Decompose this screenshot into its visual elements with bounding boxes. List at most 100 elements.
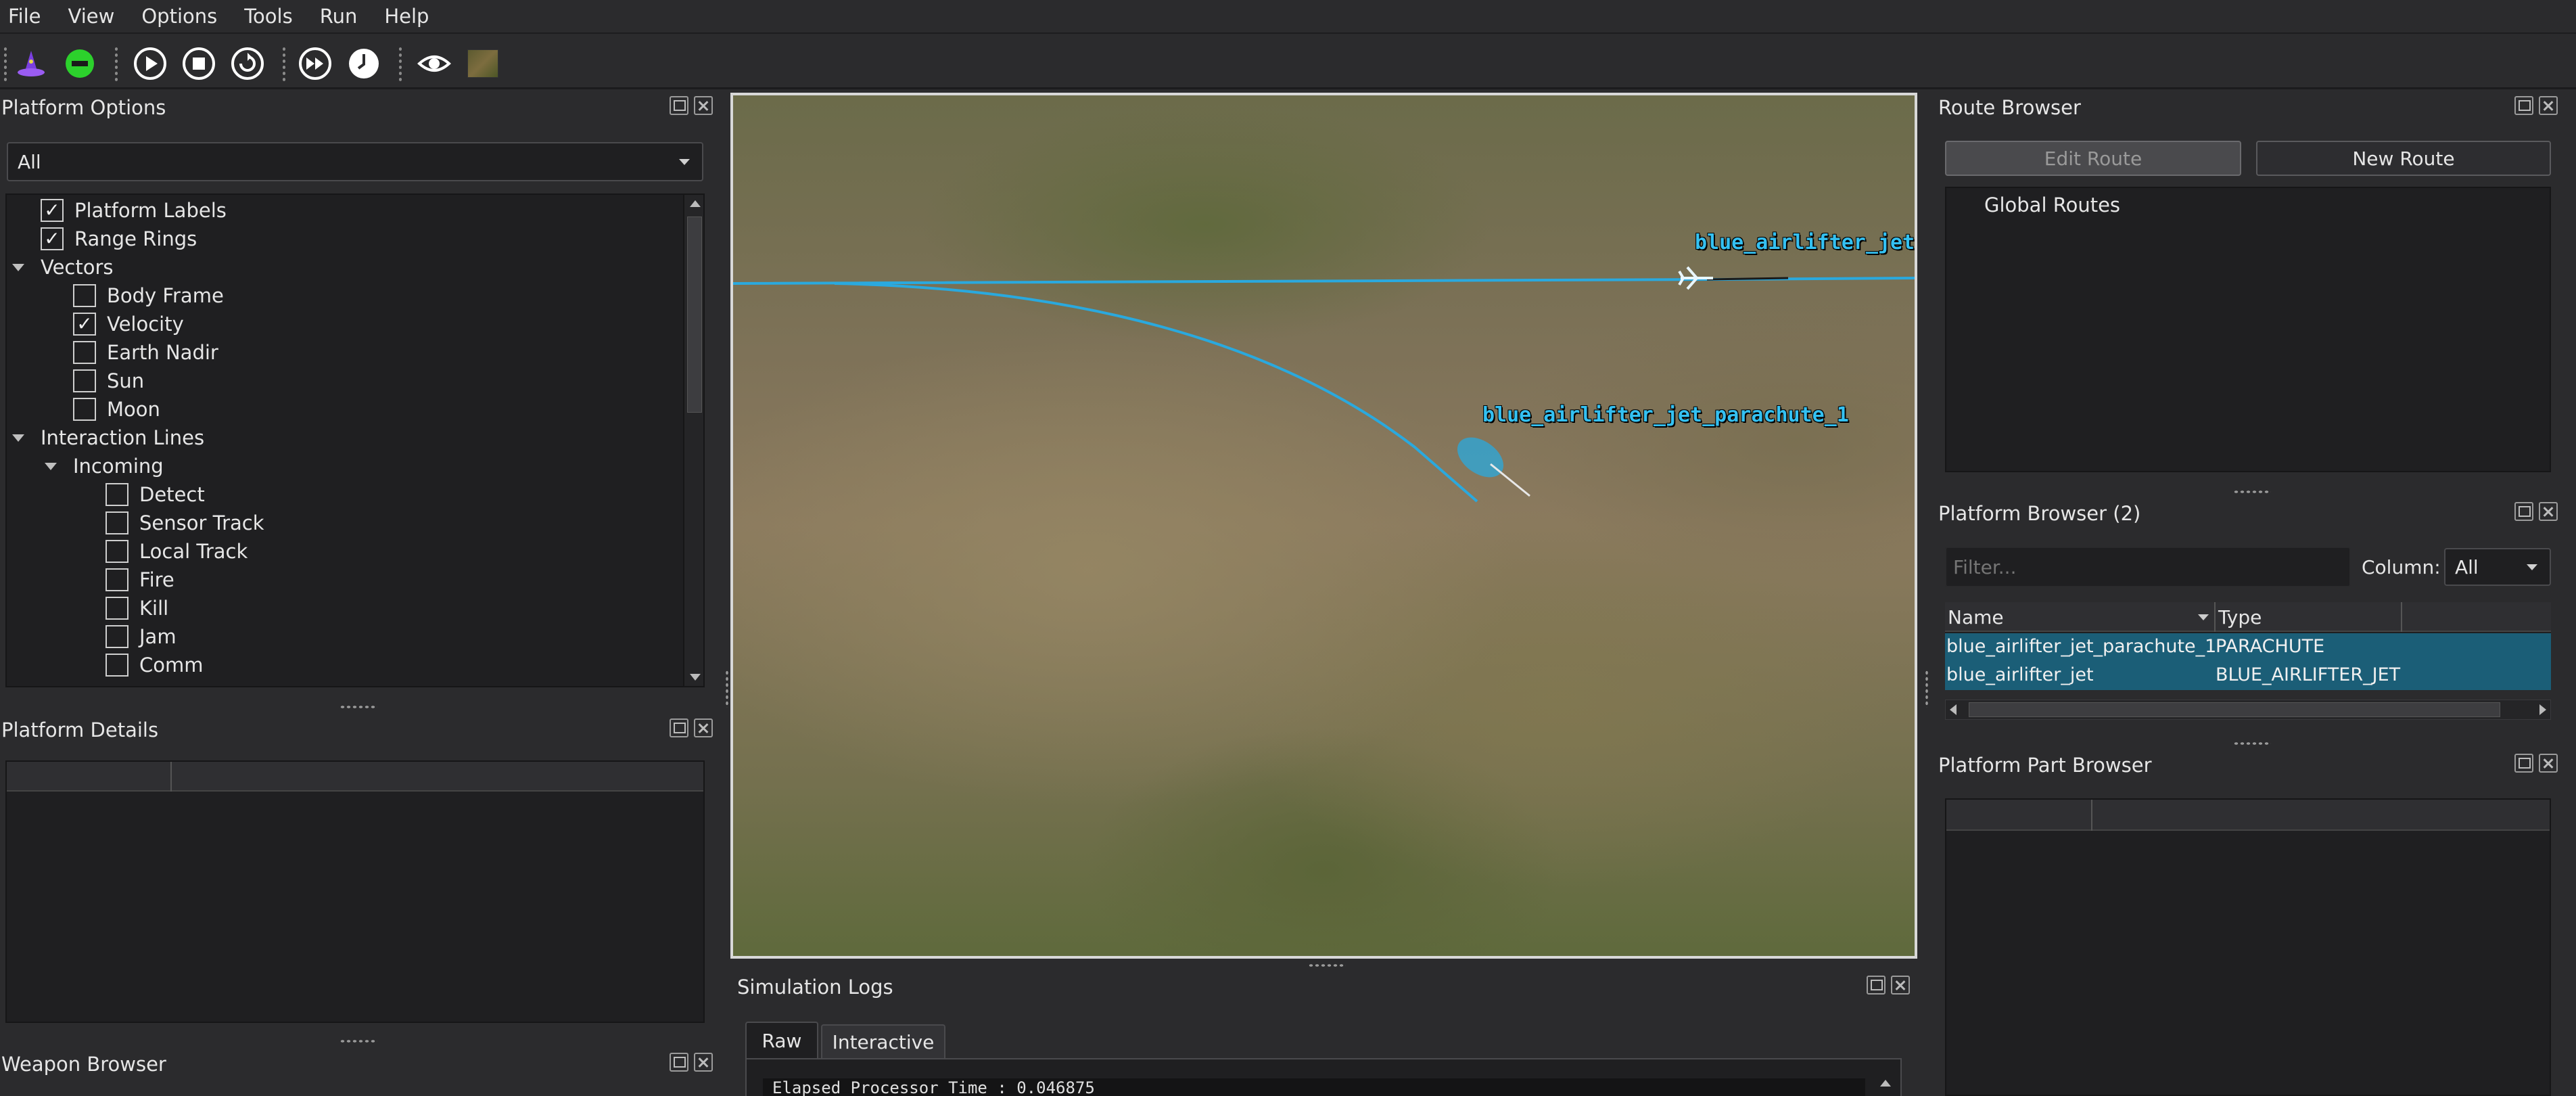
splitter-handle[interactable] [339, 705, 377, 709]
scroll-right-icon[interactable] [2539, 704, 2546, 715]
table-row[interactable]: blue_airlifter_jet_parachute_1 PARACHUTE [1945, 633, 2551, 662]
column-select[interactable]: All [2444, 548, 2551, 586]
column-divider[interactable] [2091, 800, 2092, 831]
tree-item[interactable]: Comm [106, 651, 204, 679]
tree-item[interactable]: ✓ Velocity [73, 310, 184, 338]
chevron-down-icon[interactable] [12, 434, 24, 442]
tree-item[interactable]: Fire [106, 566, 174, 594]
toolbar-grip[interactable] [3, 46, 8, 83]
tree-item[interactable]: Local Track [106, 537, 248, 566]
minus-circle-icon[interactable] [60, 43, 100, 84]
checkbox[interactable] [106, 511, 128, 534]
platform-label-jet[interactable]: blue_airlifter_jet [1695, 231, 1915, 254]
clock-icon[interactable] [344, 43, 384, 84]
close-icon[interactable] [2539, 754, 2558, 773]
fast-forward-icon[interactable] [295, 43, 335, 84]
play-icon[interactable] [130, 43, 170, 84]
scroll-thumb[interactable] [687, 216, 702, 413]
tree-item[interactable]: Moon [73, 395, 160, 424]
close-icon[interactable] [694, 1053, 713, 1072]
toolbar-grip[interactable] [281, 46, 287, 83]
tree-item[interactable]: Earth Nadir [73, 338, 218, 367]
checkbox[interactable] [106, 568, 128, 591]
wizard-hat-icon[interactable] [11, 43, 51, 84]
chevron-down-icon[interactable] [45, 462, 57, 470]
vertical-splitter-handle[interactable] [725, 670, 729, 708]
header-name[interactable]: Name [1948, 606, 2004, 629]
float-icon[interactable] [2514, 502, 2533, 521]
float-icon[interactable] [670, 718, 688, 737]
column-divider[interactable] [2214, 602, 2216, 632]
map-thumbnail-icon[interactable] [463, 43, 503, 84]
scroll-down-icon[interactable] [690, 674, 701, 681]
table-row[interactable]: blue_airlifter_jet BLUE_AIRLIFTER_JET [1945, 662, 2551, 690]
tree-item[interactable]: Kill [106, 594, 168, 622]
menu-file[interactable]: File [8, 5, 41, 28]
map-viewport[interactable]: blue_airlifter_jet blue_airlifter_jet_pa… [730, 93, 1917, 959]
tree-item[interactable]: Detect [106, 480, 205, 509]
checkbox[interactable] [73, 398, 96, 421]
reset-icon[interactable] [227, 43, 268, 84]
tab-interactive[interactable]: Interactive [821, 1024, 945, 1058]
menu-view[interactable]: View [68, 5, 115, 28]
close-icon[interactable] [2539, 96, 2558, 115]
checkbox[interactable] [73, 284, 96, 307]
tree-scrollbar[interactable] [683, 195, 703, 686]
tree-item[interactable]: Jam [106, 622, 177, 651]
scroll-up-icon[interactable] [1880, 1080, 1891, 1087]
menu-tools[interactable]: Tools [244, 5, 292, 28]
checkbox[interactable] [73, 341, 96, 364]
checkbox[interactable]: ✓ [41, 227, 64, 250]
toolbar-grip[interactable] [398, 46, 403, 83]
tree-item[interactable]: Sensor Track [106, 509, 264, 537]
float-icon[interactable] [1867, 976, 1886, 995]
parachute-icon[interactable] [1450, 420, 1538, 501]
close-icon[interactable] [694, 96, 713, 115]
scroll-left-icon[interactable] [1950, 704, 1957, 715]
platform-filter-input[interactable] [1945, 547, 2351, 587]
checkbox[interactable] [106, 654, 128, 677]
checkbox[interactable]: ✓ [73, 313, 96, 336]
header-type[interactable]: Type [2218, 606, 2262, 629]
column-divider[interactable] [2401, 602, 2402, 632]
column-divider[interactable] [170, 762, 172, 792]
checkbox[interactable]: ✓ [41, 199, 64, 222]
platform-label-parachute[interactable]: blue_airlifter_jet_parachute_1 [1482, 403, 1849, 427]
platform-options-filter[interactable]: All [7, 142, 703, 181]
menu-options[interactable]: Options [141, 5, 217, 28]
checkbox[interactable] [73, 369, 96, 392]
float-icon[interactable] [2514, 96, 2533, 115]
splitter-handle[interactable] [2233, 490, 2271, 494]
scroll-thumb[interactable] [1969, 702, 2500, 717]
tree-item[interactable]: Body Frame [73, 281, 224, 310]
horizontal-scrollbar[interactable] [1945, 700, 2551, 720]
tree-item[interactable]: ✓ Range Rings [41, 225, 197, 253]
checkbox[interactable] [106, 597, 128, 620]
toolbar-grip[interactable] [114, 46, 119, 83]
menu-run[interactable]: Run [320, 5, 358, 28]
checkbox[interactable] [106, 625, 128, 648]
float-icon[interactable] [670, 1053, 688, 1072]
tree-item[interactable]: Sun [73, 367, 144, 395]
tree-item[interactable]: ✓ Platform Labels [41, 196, 227, 225]
eye-icon[interactable] [414, 43, 454, 84]
float-icon[interactable] [670, 96, 688, 115]
checkbox[interactable] [106, 540, 128, 563]
checkbox[interactable] [106, 483, 128, 506]
close-icon[interactable] [694, 718, 713, 737]
chevron-down-icon[interactable] [12, 263, 24, 271]
log-output[interactable]: Elapsed Processor Time : 0.046875 [745, 1058, 1902, 1096]
tree-group[interactable]: Interaction Lines [12, 424, 204, 452]
splitter-handle[interactable] [339, 1039, 377, 1043]
tree-group[interactable]: Incoming [45, 452, 164, 480]
vertical-splitter-handle[interactable] [1925, 670, 1929, 708]
splitter-handle[interactable] [2233, 741, 2271, 746]
new-route-button[interactable]: New Route [2256, 141, 2551, 176]
route-tree-item[interactable]: Global Routes [1984, 193, 2120, 216]
edit-route-button[interactable]: Edit Route [1945, 141, 2241, 176]
float-icon[interactable] [2514, 754, 2533, 773]
splitter-handle[interactable] [1308, 963, 1346, 967]
scroll-up-icon[interactable] [690, 200, 701, 207]
close-icon[interactable] [2539, 502, 2558, 521]
menu-help[interactable]: Help [384, 5, 429, 28]
